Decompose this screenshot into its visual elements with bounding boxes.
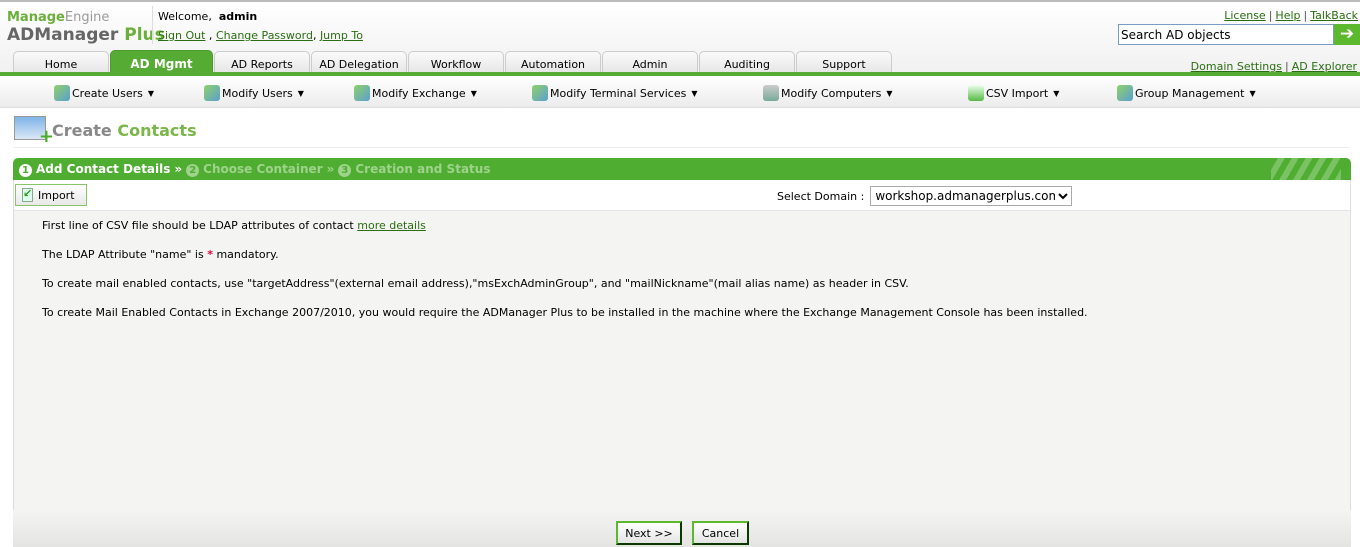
chevron-icon: » <box>174 162 183 176</box>
menu-label: Modify Exchange <box>372 86 466 100</box>
menu-create-users[interactable]: Create Users ▼ <box>54 85 154 101</box>
users-edit-icon <box>204 85 220 101</box>
manageengine-logo: ManageEngine <box>7 10 109 25</box>
logo-text: Manage <box>7 10 65 25</box>
domain-select[interactable]: workshop.admanagerplus.com <box>870 186 1073 206</box>
step-number: 3 <box>338 163 352 177</box>
users-terminal-icon <box>532 85 548 101</box>
title-text: Create <box>52 121 112 140</box>
info-text: To create Mail Enabled Contacts in Excha… <box>42 306 1088 319</box>
caret-down-icon: ▼ <box>886 88 893 98</box>
menu-label: CSV Import <box>986 86 1049 100</box>
import-file-icon <box>22 187 33 202</box>
step-label: Choose Container <box>203 161 323 176</box>
username: admin <box>218 10 258 23</box>
menu-modify-terminal-services[interactable]: Modify Terminal Services ▼ <box>532 85 697 101</box>
step-3: 3 Creation and Status <box>338 162 490 177</box>
title-text: Contacts <box>117 121 197 140</box>
instructions: First line of CSV file should be LDAP at… <box>14 211 1350 320</box>
caret-down-icon: ▼ <box>1053 88 1060 98</box>
required-asterisk: * <box>207 248 213 261</box>
search-go-button[interactable]: ➔ <box>1334 24 1360 45</box>
users-mail-icon <box>354 85 370 101</box>
footer-bar: Next >> Cancel <box>13 510 1351 547</box>
caret-down-icon: ▼ <box>147 88 155 98</box>
menu-label: Modify Computers <box>781 86 882 100</box>
menu-modify-users[interactable]: Modify Users ▼ <box>204 85 304 101</box>
search-box: ➔ <box>1118 24 1360 45</box>
content-panel: Import Select Domain : workshop.admanage… <box>13 180 1351 547</box>
csv-import-icon <box>968 85 984 101</box>
logo-text: Engine <box>64 10 110 25</box>
step-1: 1 Add Contact Details <box>19 162 170 177</box>
menu-label: Modify Users <box>222 86 293 100</box>
info-text: First line of CSV file should be LDAP at… <box>42 219 354 232</box>
divider <box>14 147 1350 148</box>
cancel-button[interactable]: Cancel <box>692 521 749 545</box>
help-link[interactable]: Help <box>1275 9 1300 22</box>
step-label: Creation and Status <box>355 161 491 176</box>
page-title: Create Contacts <box>14 116 197 147</box>
contact-add-icon <box>14 116 54 147</box>
toolbar: Import Select Domain : workshop.admanage… <box>14 180 1350 211</box>
info-text: The LDAP Attribute "name" is <box>42 248 204 261</box>
arrow-right-icon: ➔ <box>1339 24 1355 44</box>
caret-down-icon: ▼ <box>1249 88 1256 98</box>
caret-down-icon: ▼ <box>297 88 304 98</box>
menu-group-management[interactable]: Group Management ▼ <box>1117 85 1256 101</box>
step-label: Add Contact Details <box>36 161 171 176</box>
product-logo[interactable]: ADManager Plus <box>7 25 165 45</box>
decorative-stripes <box>1271 158 1341 180</box>
menu-modify-exchange[interactable]: Modify Exchange ▼ <box>354 85 477 101</box>
computer-icon <box>763 85 779 101</box>
user-panel: Welcome, admin Sign Out , Change Passwor… <box>152 6 363 44</box>
import-button[interactable]: Import <box>15 184 87 206</box>
change-password-link[interactable]: Change Password <box>216 29 313 42</box>
menu-label: Create Users <box>72 86 143 100</box>
step-2: 2 Choose Container <box>186 161 323 177</box>
users-add-icon <box>54 85 70 101</box>
sub-menu-bar: Create Users ▼ Modify Users ▼ Modify Excha… <box>0 76 1360 108</box>
chevron-icon: » <box>326 162 335 176</box>
caret-down-icon: ▼ <box>470 88 477 98</box>
group-icon <box>1117 85 1133 101</box>
menu-label: Group Management <box>1135 86 1245 100</box>
menu-csv-import[interactable]: CSV Import ▼ <box>968 85 1059 101</box>
step-number: 2 <box>186 163 200 177</box>
step-number: 1 <box>19 163 32 177</box>
domain-label: Select Domain : <box>777 189 865 203</box>
info-text: mandatory. <box>216 248 279 261</box>
jump-to-link[interactable]: Jump To <box>320 29 363 42</box>
import-label: Import <box>38 188 75 202</box>
next-button[interactable]: Next >> <box>616 521 682 545</box>
wizard-steps: 1 Add Contact Details» 2 Choose Container»… <box>13 158 1351 180</box>
more-details-link[interactable]: more details <box>357 219 426 232</box>
menu-label: Modify Terminal Services <box>550 86 687 100</box>
caret-down-icon: ▼ <box>691 88 698 98</box>
logo-text: ADManager <box>7 25 119 45</box>
sign-out-link[interactable]: Sign Out <box>158 29 205 42</box>
welcome-label: Welcome, <box>158 10 212 23</box>
top-links: License | Help | TalkBack <box>1224 9 1358 22</box>
license-link[interactable]: License <box>1224 9 1265 22</box>
info-text: To create mail enabled contacts, use "ta… <box>42 277 909 290</box>
search-input[interactable] <box>1118 24 1334 45</box>
header: ManageEngine ADManager Plus Welcome, adm… <box>0 0 1360 75</box>
domain-selector: Select Domain : workshop.admanagerplus.c… <box>777 186 1073 206</box>
talkback-link[interactable]: TalkBack <box>1310 9 1358 22</box>
menu-modify-computers[interactable]: Modify Computers ▼ <box>763 85 893 101</box>
